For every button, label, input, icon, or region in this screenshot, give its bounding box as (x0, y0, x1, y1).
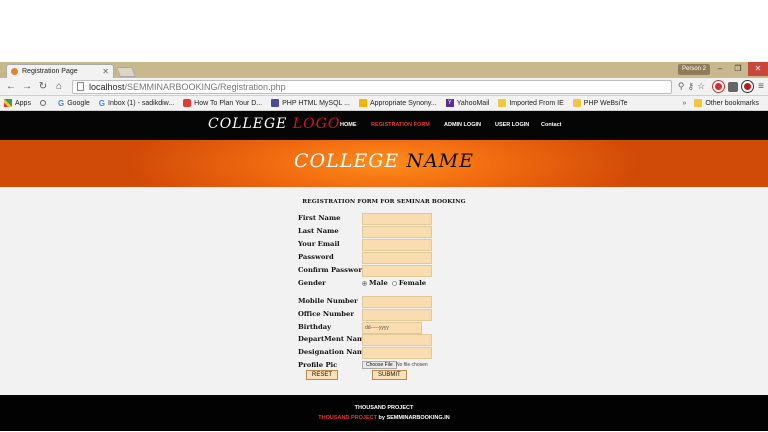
college-name-banner: COLLEGE NAME (0, 140, 768, 187)
registration-form: REGISTRATION FORM FOR SEMINAR BOOKING Fi… (0, 187, 768, 395)
office-label: Office Number (298, 310, 354, 318)
submit-button[interactable]: SUBMIT (372, 370, 407, 380)
form-heading: REGISTRATION FORM FOR SEMINAR BOOKING (302, 199, 466, 205)
profile-pic-label: Profile Pic (298, 361, 338, 369)
nav-home[interactable]: HOME (340, 122, 357, 128)
profile-badge[interactable]: Person 2 (677, 64, 710, 75)
home-icon[interactable]: ⌂ (52, 80, 66, 94)
choose-file-button[interactable]: Choose File (362, 361, 397, 369)
thesaurus-icon (358, 99, 367, 107)
bookmark-star-icon[interactable]: ☆ (697, 81, 705, 92)
nav-registration-form[interactable]: REGISTRATION FORM (371, 122, 430, 128)
back-icon[interactable]: ← (4, 80, 18, 94)
gender-female-radio[interactable] (391, 280, 397, 286)
top-whitespace (0, 0, 768, 62)
more-bookmarks-icon[interactable]: » (682, 100, 686, 107)
nav-contact[interactable]: Contact (541, 122, 561, 128)
yahoo-icon: Y (445, 99, 454, 107)
reload-icon[interactable]: ↻ (36, 80, 50, 94)
tab-title: Registration Page (22, 68, 78, 75)
email-label: Your Email (298, 240, 340, 248)
browser-toolbar: ← → ↻ ⌂ localhost/SEMMINARBOOKING/Regist… (0, 78, 768, 96)
designation-input[interactable] (362, 347, 432, 359)
college-logo[interactable]: COLLEGE LOGO (208, 116, 340, 132)
address-bar[interactable]: localhost/SEMMINARBOOKING/Registration.p… (72, 79, 672, 94)
extension-puzzle-icon[interactable] (728, 81, 739, 92)
mobile-label: Mobile Number (298, 297, 358, 305)
forward-icon[interactable]: → (20, 80, 34, 94)
page-icon (77, 82, 84, 91)
gender-male-radio[interactable] (362, 280, 367, 286)
folder-icon (498, 99, 507, 107)
extension-opera-icon[interactable] (713, 81, 725, 92)
file-status: No file chosen (396, 362, 428, 368)
department-label: DepartMent Name (298, 335, 369, 343)
google-icon: G (57, 99, 65, 108)
folder-icon (694, 99, 703, 107)
first-name-input[interactable] (362, 213, 432, 225)
department-input[interactable] (362, 334, 432, 346)
office-input[interactable] (362, 309, 432, 321)
browser-titlebar: Registration Page ✕ Person 2 – ❐ ✕ (0, 62, 768, 78)
mobile-input[interactable] (362, 296, 432, 308)
designation-label: Designation Name (298, 348, 369, 356)
bookmark-php-website[interactable]: PHP WeBsiTe (572, 99, 627, 107)
bookmark-youtube[interactable]: How To Plan Your D... (183, 99, 262, 107)
footer-credit: THOUSAND PROJECT by SEMMINARBOOKING.IN (318, 415, 450, 421)
bookmarks-bar: Apps G Google G Inbox (1) - sadikdiw... Ho… (0, 96, 768, 111)
bookmark-yahoo[interactable]: Y YahooMail (445, 99, 489, 107)
php-icon (271, 99, 280, 107)
close-window-icon[interactable]: ✕ (748, 62, 768, 76)
nav-admin-login[interactable]: ADMIN LOGIN (444, 122, 481, 128)
nav-user-login[interactable]: USER LOGIN (495, 122, 529, 128)
last-name-input[interactable] (362, 226, 432, 238)
search-icon[interactable]: ⚲ (678, 81, 685, 92)
password-input[interactable] (362, 252, 432, 264)
tab-registration-page[interactable]: Registration Page ✕ (6, 64, 114, 78)
email-input[interactable] (362, 239, 432, 251)
banner-title: COLLEGE NAME (294, 150, 474, 172)
gender-label: Gender (298, 279, 326, 287)
new-tab-button[interactable] (116, 67, 136, 77)
bookmark-search[interactable] (39, 100, 49, 106)
maximize-icon[interactable]: ❐ (730, 62, 746, 76)
extension-lastpass-icon[interactable] (742, 81, 754, 92)
confirm-password-label: Confirm Password (298, 266, 367, 274)
youtube-icon (183, 99, 192, 107)
birthday-input[interactable]: dd-----yyyy (362, 322, 422, 334)
last-name-label: Last Name (298, 227, 339, 235)
first-name-label: First Name (298, 214, 341, 222)
bookmark-other[interactable]: Other bookmarks (694, 99, 759, 107)
bookmark-php[interactable]: PHP HTML MySQL ... (271, 99, 350, 107)
bookmark-inbox[interactable]: G Inbox (1) - sadikdiw... (98, 99, 174, 108)
bookmark-google[interactable]: G Google (57, 99, 90, 108)
site-navbar: COLLEGE LOGO HOME REGISTRATION FORM ADMI… (0, 111, 768, 140)
apps-grid-icon (4, 99, 12, 107)
confirm-password-input[interactable] (362, 265, 432, 277)
url-host: localhost (89, 81, 125, 92)
search-icon (39, 100, 46, 106)
footer-title: THOUSAND PROJECT (354, 405, 414, 411)
tab-close-icon[interactable]: ✕ (102, 67, 109, 76)
bookmark-synonym[interactable]: Appropriate Synony... (358, 99, 437, 107)
minimize-icon[interactable]: – (712, 62, 728, 76)
birthday-label: Birthday (298, 323, 332, 331)
password-label: Password (298, 253, 334, 261)
menu-icon[interactable]: ≡ (758, 81, 764, 92)
gender-radio-group: Male Female (362, 279, 426, 287)
tab-favicon-icon (11, 68, 18, 75)
bookmark-apps[interactable]: Apps (4, 99, 31, 107)
bookmark-imported-ie[interactable]: Imported From IE (498, 99, 564, 107)
folder-icon (572, 99, 581, 107)
gender-male-label: Male (369, 279, 388, 287)
site-footer: THOUSAND PROJECT THOUSAND PROJECT by SEM… (0, 395, 768, 431)
google-icon: G (98, 99, 106, 108)
key-icon[interactable]: ⚷ (687, 81, 694, 92)
gender-female-label: Female (398, 279, 427, 287)
reset-button[interactable]: RESET (306, 370, 339, 380)
url-path: /SEMMINARBOOKING/Registration.php (124, 81, 286, 92)
